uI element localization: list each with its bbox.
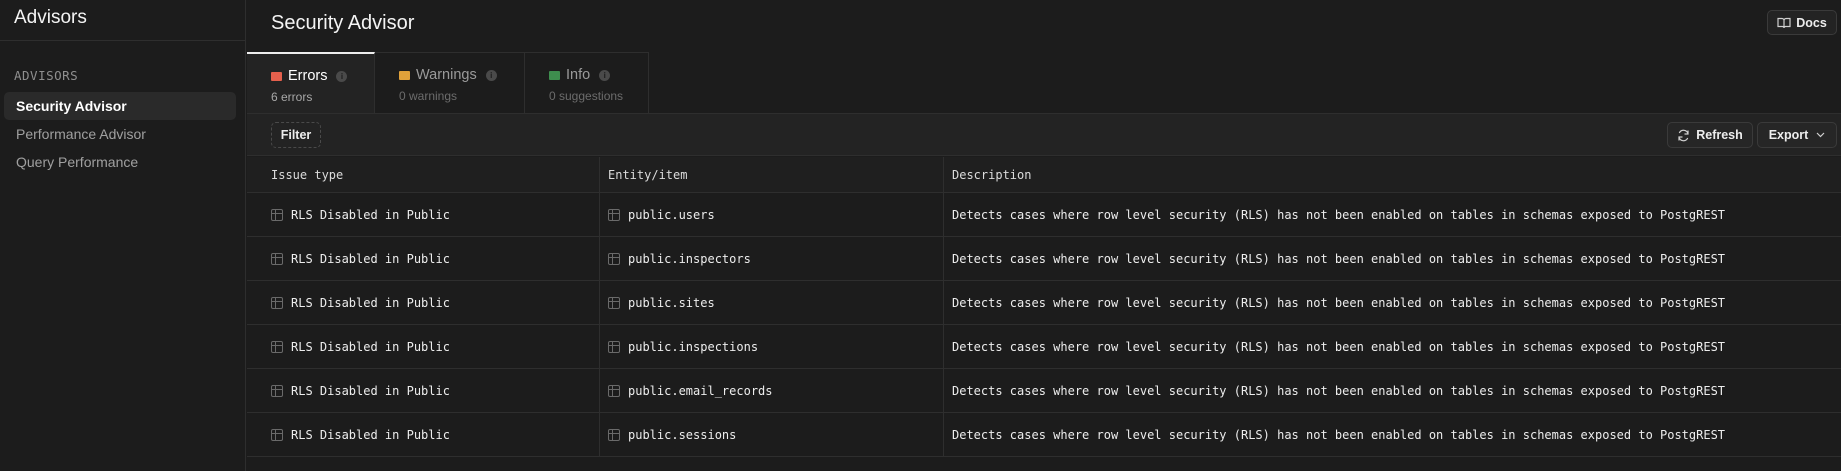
table-icon (271, 384, 283, 397)
table-icon (608, 428, 620, 441)
table-icon (271, 296, 283, 309)
issue-cell: RLS Disabled in Public (247, 281, 600, 324)
issue-type: RLS Disabled in Public (291, 427, 450, 442)
description-cell: Detects cases where row level security (… (952, 427, 1726, 442)
description-cell: Detects cases where row level security (… (952, 295, 1726, 310)
refresh-label: Refresh (1696, 128, 1743, 142)
issue-type: RLS Disabled in Public (291, 383, 450, 398)
entity-name: public.email_records (628, 383, 773, 398)
column-header-entity[interactable]: Entity/item (600, 157, 944, 192)
sidebar-title: Advisors (14, 7, 87, 28)
issue-cell: RLS Disabled in Public (247, 413, 600, 456)
tab-count: 0 suggestions (549, 89, 624, 103)
description-cell: Detects cases where row level security (… (952, 251, 1726, 266)
issue-cell: RLS Disabled in Public (247, 325, 600, 368)
table-icon (608, 340, 620, 353)
issue-cell: RLS Disabled in Public (247, 237, 600, 280)
info-icon[interactable]: i (485, 69, 497, 81)
table-header: Issue type Entity/item Description (247, 157, 1841, 193)
entity-name: public.inspections (628, 339, 759, 354)
issue-type: RLS Disabled in Public (291, 251, 450, 266)
toolbar: Filter Refresh Export (247, 113, 1841, 156)
refresh-icon (1678, 129, 1689, 141)
issue-cell: RLS Disabled in Public (247, 369, 600, 412)
book-icon (1777, 17, 1791, 28)
sidebar: Advisors ADVISORS Security Advisor Perfo… (0, 0, 246, 471)
description-cell: Detects cases where row level security (… (952, 383, 1726, 398)
issue-type: RLS Disabled in Public (291, 207, 450, 222)
sidebar-item-security-advisor[interactable]: Security Advisor (4, 92, 236, 120)
issues-table: Issue type Entity/item Description RLS D… (247, 157, 1841, 457)
tab-label: Errors (288, 68, 328, 84)
entity-cell: public.sites (600, 281, 944, 324)
docs-label: Docs (1796, 15, 1827, 30)
sidebar-section-label: ADVISORS (14, 68, 79, 83)
info-icon[interactable]: i (599, 69, 611, 81)
entity-cell: public.email_records (600, 369, 944, 412)
table-row[interactable]: RLS Disabled in Public public.email_reco… (247, 369, 1841, 413)
filter-button[interactable]: Filter (271, 122, 321, 148)
docs-button[interactable]: Docs (1767, 10, 1837, 35)
entity-name: public.sessions (628, 427, 737, 442)
table-row[interactable]: RLS Disabled in Public public.inspection… (247, 325, 1841, 369)
table-icon (271, 428, 283, 441)
flag-icon (271, 71, 282, 81)
tab-label: Warnings (416, 67, 477, 83)
table-icon (608, 384, 620, 397)
page-title: Security Advisor (271, 12, 415, 34)
column-header-issue-type[interactable]: Issue type (247, 157, 600, 192)
chevron-down-icon (1816, 132, 1825, 138)
tab-label: Info (566, 67, 591, 83)
entity-cell: public.inspectors (600, 237, 944, 280)
entity-cell: public.inspections (600, 325, 944, 368)
tab-info[interactable]: Info i 0 suggestions (525, 52, 649, 114)
severity-tabs: Errors i 6 errors Warnings i 0 warnings … (247, 52, 649, 114)
table-icon (271, 340, 283, 353)
sidebar-nav: Security Advisor Performance Advisor Que… (0, 92, 245, 176)
table-icon (608, 296, 620, 309)
tab-errors[interactable]: Errors i 6 errors (247, 52, 375, 114)
issue-cell: RLS Disabled in Public (247, 193, 600, 236)
tab-count: 0 warnings (399, 89, 458, 103)
description-cell: Detects cases where row level security (… (952, 207, 1726, 222)
issue-type: RLS Disabled in Public (291, 295, 450, 310)
table-row[interactable]: RLS Disabled in Public public.sites Dete… (247, 281, 1841, 325)
description-cell: Detects cases where row level security (… (952, 339, 1726, 354)
issue-type: RLS Disabled in Public (291, 339, 450, 354)
tab-count: 6 errors (271, 90, 313, 104)
table-icon (271, 208, 283, 221)
entity-name: public.inspectors (628, 251, 751, 266)
entity-name: public.sites (628, 295, 715, 310)
table-row[interactable]: RLS Disabled in Public public.inspectors… (247, 237, 1841, 281)
column-header-description[interactable]: Description (944, 157, 1841, 192)
tab-warnings[interactable]: Warnings i 0 warnings (375, 52, 525, 114)
table-icon (271, 252, 283, 265)
sidebar-item-performance-advisor[interactable]: Performance Advisor (4, 120, 236, 148)
entity-name: public.users (628, 207, 715, 222)
table-icon (608, 252, 620, 265)
flag-icon (399, 70, 410, 80)
refresh-button[interactable]: Refresh (1667, 122, 1753, 148)
flag-icon (549, 70, 560, 80)
sidebar-item-query-performance[interactable]: Query Performance (4, 148, 236, 176)
export-label: Export (1768, 128, 1809, 142)
info-icon[interactable]: i (336, 70, 348, 82)
main-content: Security Advisor Docs Errors i 6 errors … (247, 0, 1841, 471)
entity-cell: public.sessions (600, 413, 944, 456)
sidebar-header: Advisors (0, 0, 245, 41)
entity-cell: public.users (600, 193, 944, 236)
table-icon (608, 208, 620, 221)
table-row[interactable]: RLS Disabled in Public public.sessions D… (247, 413, 1841, 457)
export-button[interactable]: Export (1757, 122, 1837, 148)
table-row[interactable]: RLS Disabled in Public public.users Dete… (247, 193, 1841, 237)
